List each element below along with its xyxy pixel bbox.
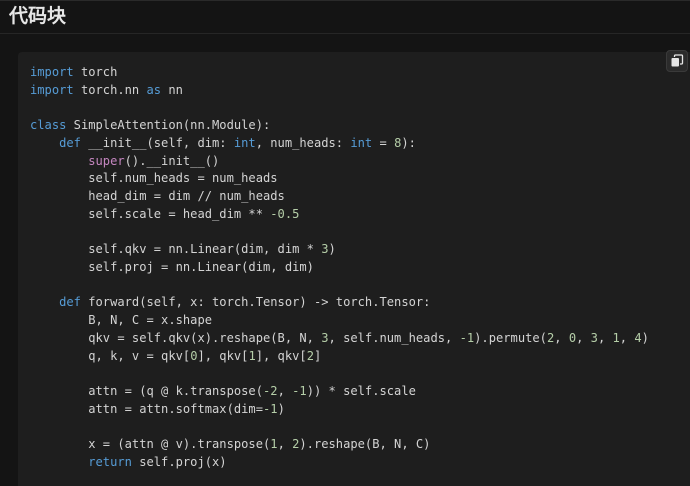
code-token: int bbox=[233, 135, 256, 150]
code-token: 3 bbox=[590, 330, 598, 345]
code-token: -0.5 bbox=[270, 206, 300, 221]
code-token: import bbox=[30, 65, 74, 79]
code-token: attn = attn.softmax(dim= bbox=[30, 401, 263, 416]
code-token: super bbox=[88, 153, 125, 168]
code-line: head_dim = dim // num_heads bbox=[30, 188, 649, 206]
copy-button[interactable] bbox=[666, 50, 688, 72]
code-line: self.proj = nn.Linear(dim, dim) bbox=[30, 259, 649, 277]
code-line: def __init__(self, dim: int, num_heads: … bbox=[30, 135, 649, 153]
code-token: q, k, v = qkv[ bbox=[30, 348, 191, 363]
code-line: x = (attn @ v).transpose(1, 2).reshape(B… bbox=[30, 436, 649, 454]
code-line: attn = attn.softmax(dim=-1) bbox=[30, 401, 649, 419]
code-token: SimpleAttention(nn.Module): bbox=[66, 118, 271, 133]
code-wrap: import torch import torch.nn as nn class … bbox=[0, 0, 690, 486]
code-line: self.scale = head_dim ** -0.5 bbox=[30, 206, 649, 224]
code-token: ], qkv[ bbox=[197, 348, 249, 363]
code-token: , bbox=[277, 437, 293, 452]
code-token: int bbox=[350, 135, 373, 150]
code-token: , bbox=[554, 330, 569, 345]
code-token: ).permute( bbox=[474, 330, 547, 345]
code-line: import torch bbox=[30, 64, 649, 82]
code-token: attn = (q @ k.transpose( bbox=[30, 383, 263, 398]
code-line: qkv = self.qkv(x).reshape(B, N, 3, self.… bbox=[30, 330, 649, 348]
code-token: torch bbox=[73, 65, 118, 79]
code-token: , self.num_heads, bbox=[328, 330, 460, 345]
code-token: self.qkv = nn.Linear(dim, dim * bbox=[30, 242, 322, 257]
code-token: -1 bbox=[263, 401, 278, 416]
code-token: __init__(self, dim: bbox=[80, 135, 234, 150]
code-line: q, k, v = qkv[0], qkv[1], qkv[2] bbox=[30, 348, 649, 366]
code-token: ) bbox=[328, 242, 336, 257]
code-token: 1 bbox=[248, 348, 256, 363]
code-token: return bbox=[88, 454, 132, 469]
code-token: 2 bbox=[306, 348, 314, 363]
code-token: 1 bbox=[270, 437, 278, 452]
code-line: attn = (q @ k.transpose(-2, -1)) * self.… bbox=[30, 383, 649, 401]
code-token: )) * self.scale bbox=[306, 383, 416, 398]
code-token: = bbox=[372, 135, 395, 150]
copy-icon bbox=[671, 54, 684, 67]
code-token: , bbox=[576, 330, 591, 345]
code-token: ) bbox=[277, 401, 285, 416]
code-token: 4 bbox=[634, 330, 642, 345]
code-line: self.qkv = nn.Linear(dim, dim * 3) bbox=[30, 241, 649, 259]
code-token: , bbox=[597, 330, 613, 345]
page: 代码块 import torch import torch.nn as nn cl… bbox=[0, 0, 690, 486]
code-token: -1 bbox=[459, 330, 475, 345]
code-token: ], qkv[ bbox=[255, 348, 307, 363]
code-token: x = (attn @ v).transpose( bbox=[30, 437, 271, 452]
code-token: B, N, C = x.shape bbox=[30, 313, 213, 328]
code-token: torch.nn bbox=[73, 82, 147, 97]
code-token: ): bbox=[401, 135, 416, 150]
code-token: 3 bbox=[321, 330, 329, 345]
code-token: self.proj = nn.Linear(dim, dim) bbox=[30, 259, 314, 274]
code-token: , num_heads: bbox=[255, 135, 351, 150]
code-token: -1 bbox=[292, 383, 307, 398]
code-line: B, N, C = x.shape bbox=[30, 312, 649, 330]
code-token: self.proj(x) bbox=[131, 454, 227, 469]
code-token: self.scale = head_dim ** bbox=[30, 206, 271, 221]
code-token: 0 bbox=[568, 330, 577, 345]
code-token: forward(self, x: torch.Tensor) -> torch.… bbox=[80, 295, 431, 310]
code-token: ] bbox=[313, 348, 322, 363]
code-token: ) bbox=[641, 330, 649, 345]
code-token: 1 bbox=[612, 330, 620, 345]
code-token: def bbox=[59, 135, 81, 150]
code-line: self.num_heads = num_heads bbox=[30, 170, 649, 188]
code-token: class bbox=[30, 118, 67, 133]
code-line: return self.proj(x) bbox=[30, 454, 649, 472]
code-token: -2 bbox=[263, 383, 278, 398]
code-line: def forward(self, x: torch.Tensor) -> to… bbox=[30, 294, 649, 312]
code-content: import torch import torch.nn as nn class … bbox=[30, 64, 649, 472]
code-token: 3 bbox=[321, 242, 329, 257]
code-token: qkv = self.qkv(x).reshape(B, N, bbox=[30, 330, 322, 345]
code-token: self.num_heads = num_heads bbox=[30, 171, 278, 186]
code-token: , bbox=[619, 330, 635, 345]
code-token: ).reshape(B, N, C) bbox=[299, 437, 431, 452]
code-token: head_dim = dim // num_heads bbox=[30, 189, 285, 204]
code-token: as bbox=[146, 82, 162, 97]
code-token: , bbox=[277, 383, 293, 398]
code-token: def bbox=[59, 295, 81, 310]
code-token: import bbox=[30, 82, 74, 97]
code-line: super().__init__() bbox=[30, 153, 649, 171]
code-token: nn bbox=[161, 82, 183, 97]
code-token: ().__init__() bbox=[124, 153, 220, 168]
code-line: import torch.nn as nn bbox=[30, 82, 649, 100]
code-line: class SimpleAttention(nn.Module): bbox=[30, 117, 649, 135]
